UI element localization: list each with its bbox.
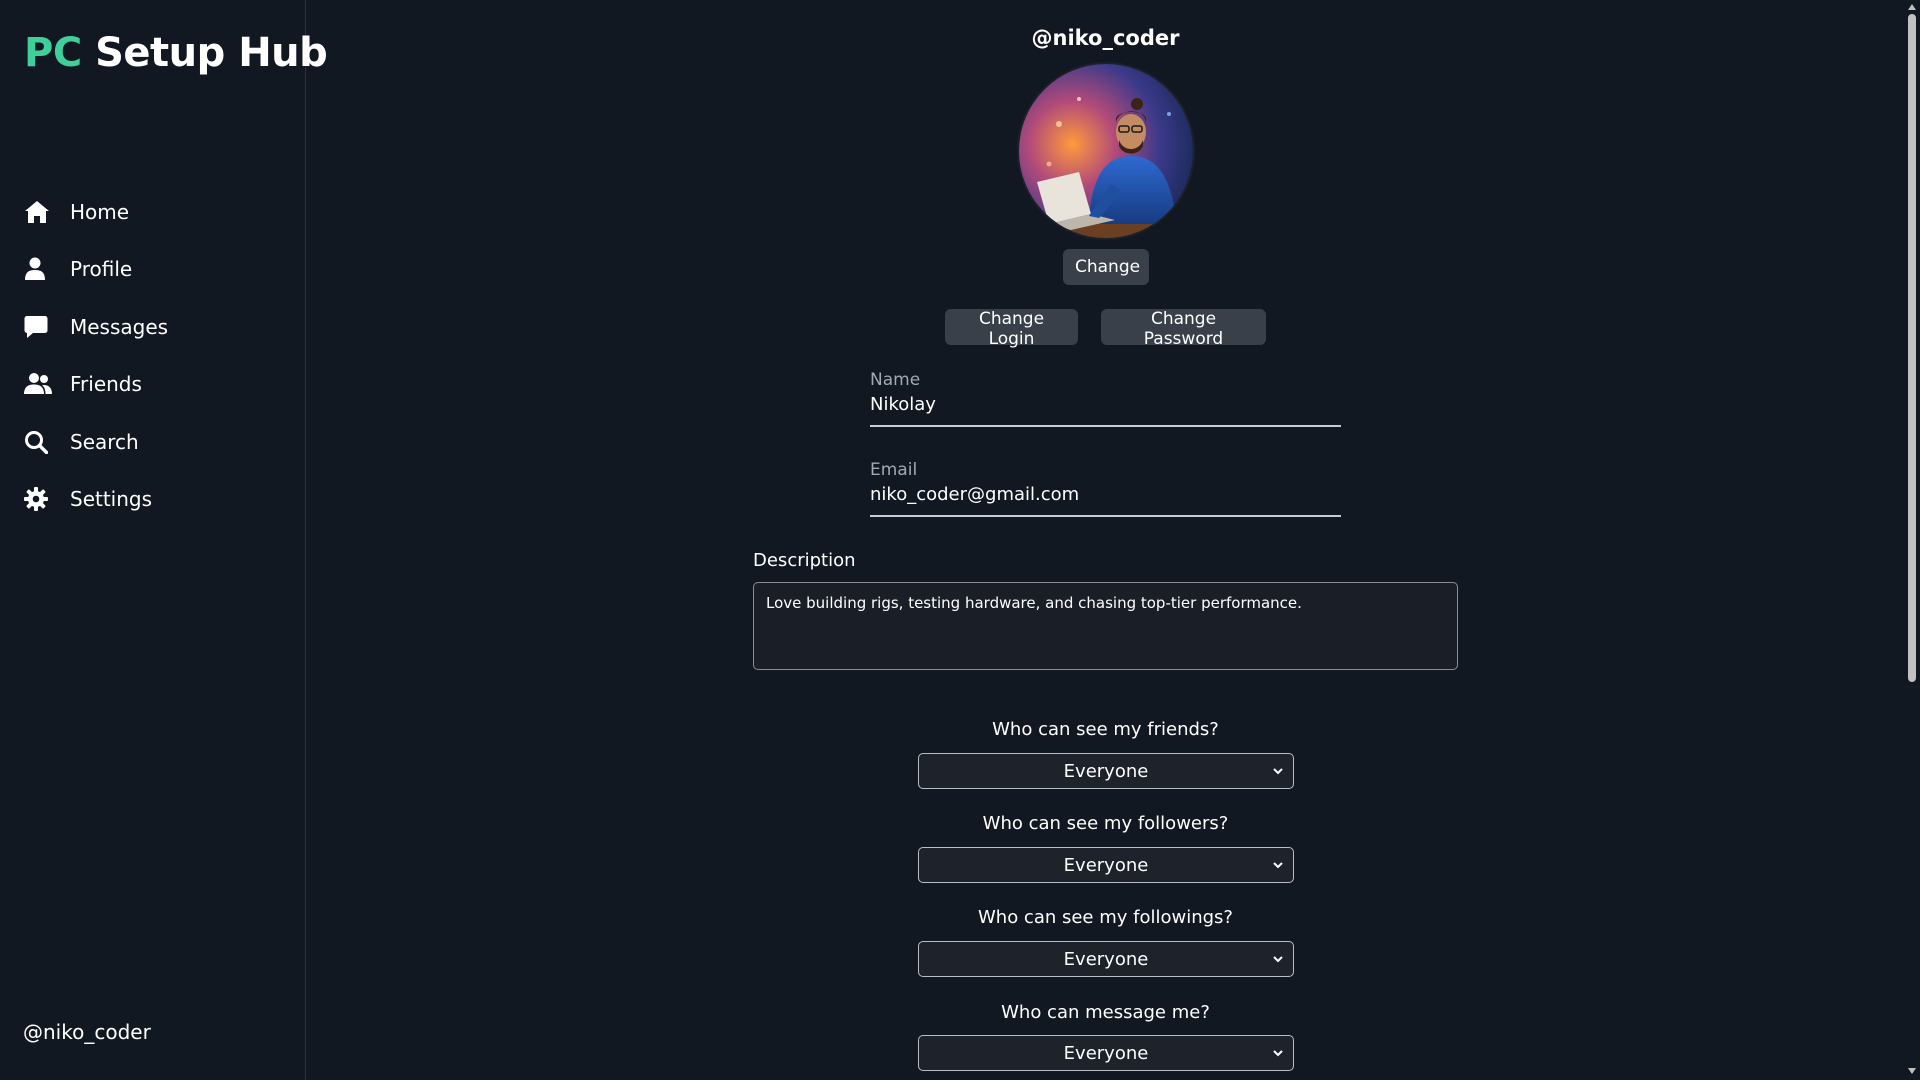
sidebar-item-settings[interactable]: Settings bbox=[24, 471, 284, 529]
privacy-question-followers: Who can see my followers? bbox=[982, 813, 1229, 834]
privacy-select-followings[interactable]: Everyone bbox=[918, 941, 1294, 977]
privacy-question-followings: Who can see my followings? bbox=[977, 907, 1233, 928]
description-label: Description bbox=[753, 550, 856, 571]
scroll-up-arrow-icon[interactable] bbox=[1908, 4, 1916, 10]
privacy-select-messages[interactable]: Everyone bbox=[918, 1035, 1294, 1071]
change-avatar-button[interactable]: Change bbox=[1063, 249, 1149, 285]
privacy-select-value: Everyone bbox=[1063, 948, 1149, 970]
page-title: @niko_coder bbox=[1031, 26, 1180, 50]
sidebar-item-home[interactable]: Home bbox=[24, 183, 284, 241]
sidebar-item-label: Home bbox=[70, 199, 130, 224]
sidebar-item-profile[interactable]: Profile bbox=[24, 241, 284, 299]
gear-icon bbox=[24, 485, 52, 513]
avatar bbox=[1017, 62, 1195, 240]
profile-settings-panel: @niko_coder Change Change Login Change P… bbox=[307, 0, 1904, 1080]
home-icon bbox=[24, 198, 52, 226]
scroll-down-arrow-icon[interactable] bbox=[1908, 1068, 1916, 1074]
current-user-handle[interactable]: @niko_coder bbox=[23, 1020, 151, 1044]
change-login-button[interactable]: Change Login bbox=[945, 309, 1078, 349]
sidebar-item-label: Friends bbox=[70, 372, 142, 397]
name-field[interactable]: Name Nikolay bbox=[870, 370, 1341, 427]
sidebar-nav: Home Profile Messages Friends Search Set… bbox=[24, 183, 284, 528]
email-field[interactable]: Email niko_coder@gmail.com bbox=[870, 460, 1341, 517]
sidebar-item-messages[interactable]: Messages bbox=[24, 298, 284, 356]
page-scrollbar[interactable] bbox=[1904, 0, 1920, 1080]
sidebar-item-label: Messages bbox=[70, 314, 169, 339]
sidebar-item-label: Search bbox=[70, 429, 139, 454]
privacy-select-value: Everyone bbox=[1063, 854, 1149, 876]
chevron-down-icon bbox=[1273, 1050, 1283, 1057]
name-input[interactable]: Nikolay bbox=[870, 394, 1341, 425]
privacy-select-value: Everyone bbox=[1063, 1042, 1149, 1064]
search-icon bbox=[24, 428, 52, 456]
users-icon bbox=[24, 370, 52, 398]
sidebar: PC Setup Hub Home Profile Messages Frien… bbox=[0, 0, 328, 1080]
privacy-select-followers[interactable]: Everyone bbox=[918, 847, 1294, 883]
description-textarea[interactable]: Love building rigs, testing hardware, an… bbox=[753, 582, 1458, 670]
email-label: Email bbox=[870, 460, 918, 480]
privacy-select-value: Everyone bbox=[1063, 760, 1149, 782]
logo-prefix: PC bbox=[24, 30, 82, 76]
name-label: Name bbox=[870, 370, 921, 390]
sidebar-item-label: Profile bbox=[70, 257, 133, 282]
sidebar-item-friends[interactable]: Friends bbox=[24, 356, 284, 414]
change-password-button[interactable]: Change Password bbox=[1101, 309, 1266, 349]
chevron-down-icon bbox=[1273, 862, 1283, 869]
app-logo[interactable]: PC Setup Hub bbox=[24, 30, 328, 76]
chevron-down-icon bbox=[1273, 956, 1283, 963]
privacy-question-messages: Who can message me? bbox=[1001, 1002, 1210, 1023]
user-icon bbox=[24, 255, 52, 283]
privacy-question-friends: Who can see my friends? bbox=[992, 719, 1219, 740]
chat-bubble-icon bbox=[24, 313, 52, 341]
chevron-down-icon bbox=[1273, 768, 1283, 775]
logo-text: Setup Hub bbox=[81, 30, 328, 76]
avatar-illustration bbox=[1019, 64, 1193, 238]
sidebar-item-search[interactable]: Search bbox=[24, 413, 284, 471]
scrollbar-thumb[interactable] bbox=[1908, 14, 1916, 682]
privacy-select-friends[interactable]: Everyone bbox=[918, 753, 1294, 789]
email-input[interactable]: niko_coder@gmail.com bbox=[870, 484, 1341, 515]
sidebar-item-label: Settings bbox=[70, 487, 153, 512]
